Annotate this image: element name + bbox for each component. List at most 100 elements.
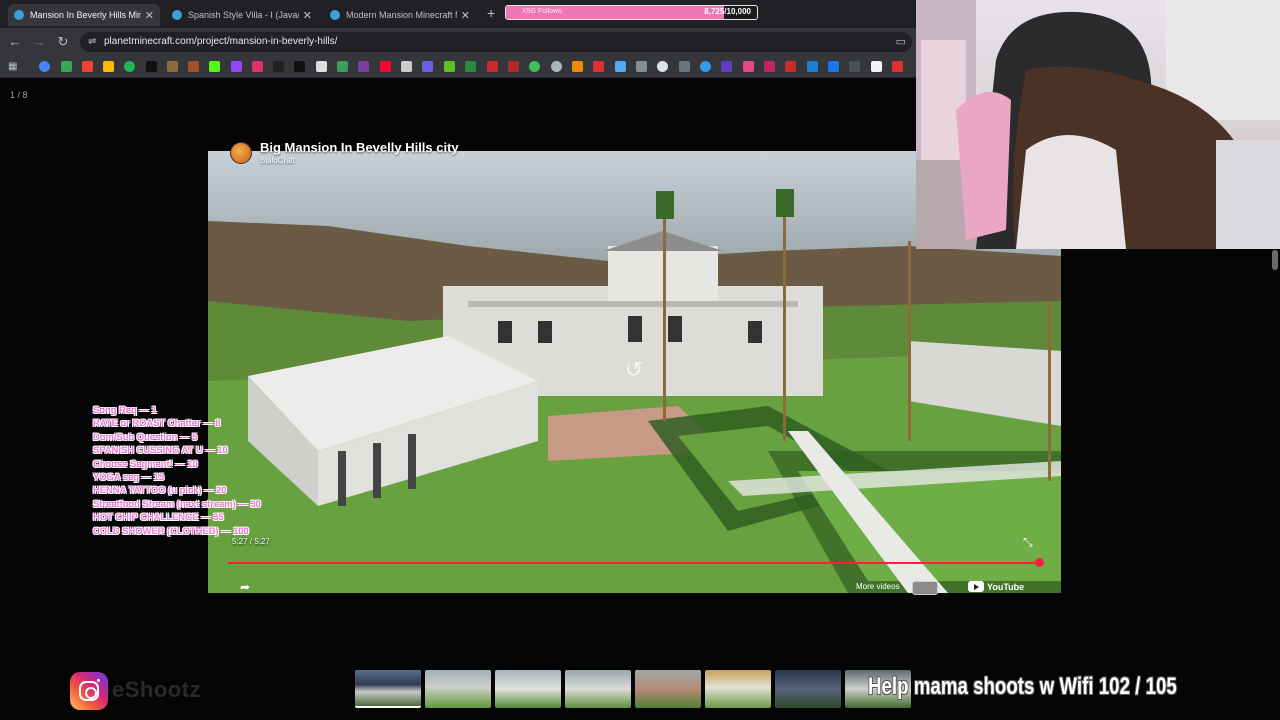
close-tab-icon[interactable]: ✕: [145, 9, 154, 22]
youtube-label: YouTube: [987, 581, 1025, 592]
video-title[interactable]: Big Mansion In Bevelly Hills city: [260, 140, 459, 155]
tab-spanish-style-villa[interactable]: Spanish Style Villa - I (Java/Bed ✕: [166, 4, 318, 26]
tab-mansion-beverly-hills[interactable]: Mansion In Beverly Hills Minec ✕: [8, 4, 160, 26]
drive-bookmark-icon[interactable]: [103, 61, 114, 72]
gallery-thumbnail[interactable]: [565, 670, 631, 708]
fullscreen-icon[interactable]: ⤡: [1023, 535, 1033, 550]
maps-bookmark-icon[interactable]: [61, 61, 72, 72]
bookmark-icon[interactable]: [764, 61, 775, 72]
address-bar[interactable]: ⇌ planetminecraft.com/project/mansion-in…: [80, 32, 912, 52]
bookmark-icon[interactable]: [871, 61, 882, 72]
share-icon[interactable]: ➦: [240, 580, 250, 594]
youtube-bookmark-icon[interactable]: [380, 61, 391, 72]
bookmark-icon[interactable]: [743, 61, 754, 72]
forward-arrow-icon[interactable]: →: [30, 33, 48, 51]
apps-grid-icon[interactable]: ▦: [8, 61, 20, 72]
bookmark-icon[interactable]: [188, 61, 199, 72]
bookmark-icon[interactable]: [807, 61, 818, 72]
seek-bar[interactable]: [228, 562, 1040, 564]
spotify-bookmark-icon[interactable]: [124, 61, 135, 72]
bookmark-icon[interactable]: [551, 61, 562, 72]
google-bookmark-icon[interactable]: [39, 61, 50, 72]
instagram-camera-dot: [97, 679, 100, 682]
video-timestamp: 5:27 / 5:27: [232, 537, 270, 546]
bookmark-icon[interactable]: [167, 61, 178, 72]
channel-point-commands: Song Req — 1 RATE or ROAST Chatter — 8 D…: [93, 403, 293, 537]
gallery-thumbnail[interactable]: [355, 670, 421, 708]
seek-handle[interactable]: [1035, 558, 1044, 567]
bookmark-icon[interactable]: [679, 61, 690, 72]
planetminecraft-favicon-icon: [330, 10, 340, 20]
bookmark-icon[interactable]: [593, 61, 604, 72]
bookmark-icon[interactable]: [892, 61, 903, 72]
tab-modern-mansion[interactable]: Modern Mansion Minecraft Ma ✕: [324, 4, 476, 26]
bookmark-icon[interactable]: [721, 61, 732, 72]
command-item: SPANISH CUSSING AT U — 10: [93, 444, 228, 456]
site-info-icon[interactable]: ⇌: [88, 36, 96, 47]
reload-icon[interactable]: ↻: [54, 33, 72, 51]
command-item: Streetfood Stream (next stream) — 30: [93, 497, 261, 509]
planetminecraft-favicon-icon: [172, 10, 182, 20]
command-item: RATE or ROAST Chatter — 8: [93, 417, 221, 429]
instagram-handle: eShootz: [112, 677, 202, 702]
bookmark-icon[interactable]: [572, 61, 583, 72]
gallery-thumbnail[interactable]: [775, 670, 841, 708]
bookmark-icon[interactable]: [487, 61, 498, 72]
twitch-bookmark-icon[interactable]: [231, 61, 242, 72]
command-item: Choose Segment! — 10: [93, 457, 198, 469]
webcam-feed: [916, 0, 1280, 249]
back-arrow-icon[interactable]: ←: [6, 33, 24, 51]
bookmark-icon[interactable]: [657, 61, 668, 72]
tab-title: Modern Mansion Minecraft Ma: [346, 10, 457, 20]
new-tab-button[interactable]: +: [487, 5, 495, 21]
gallery-thumbnail-strip: [355, 670, 915, 710]
more-videos-button[interactable]: More videos: [856, 582, 900, 591]
bookmark-icon[interactable]: [508, 61, 519, 72]
bookmark-icon[interactable]: [529, 61, 540, 72]
channel-name[interactable]: BuildCraft: [260, 156, 295, 165]
gallery-thumbnail[interactable]: [705, 670, 771, 708]
x-bookmark-icon[interactable]: [273, 61, 284, 72]
tab-strip: Mansion In Beverly Hills Minec ✕ Spanish…: [0, 0, 916, 28]
page-scrollbar[interactable]: [1272, 250, 1278, 270]
gallery-thumbnail[interactable]: [635, 670, 701, 708]
bookmark-icon[interactable]: [636, 61, 647, 72]
instagram-bookmark-icon[interactable]: [252, 61, 263, 72]
more-videos-thumbnail[interactable]: [912, 581, 938, 595]
youtube-play-icon: [968, 581, 984, 592]
kick-bookmark-icon[interactable]: [209, 61, 220, 72]
url-text[interactable]: planetminecraft.com/project/mansion-in-b…: [104, 36, 337, 47]
bookmark-icon[interactable]: [316, 61, 327, 72]
bookmark-icon[interactable]: [785, 61, 796, 72]
gallery-thumbnail[interactable]: [495, 670, 561, 708]
gmail-bookmark-icon[interactable]: [82, 61, 93, 72]
follower-goal-bar: X5G Follows 8,725/10,000: [505, 5, 758, 20]
replay-icon[interactable]: ↺: [620, 356, 648, 384]
gallery-counter: 1 / 8: [10, 90, 28, 100]
bookmark-icon[interactable]: [444, 61, 455, 72]
wifi-goal-counter: Help mama shoots w Wifi 102 / 105: [868, 673, 1177, 700]
bookmark-icon[interactable]: [615, 61, 626, 72]
cast-icon[interactable]: ▭: [896, 35, 906, 48]
close-tab-icon[interactable]: ✕: [461, 9, 470, 22]
channel-avatar[interactable]: [230, 142, 252, 164]
facebook-bookmark-icon[interactable]: [828, 61, 839, 72]
instagram-camera-ring: [79, 681, 99, 701]
bookmark-icon[interactable]: [700, 61, 711, 72]
bookmark-icon[interactable]: [401, 61, 412, 72]
x-bookmark-icon[interactable]: [146, 61, 157, 72]
tiktok-bookmark-icon[interactable]: [294, 61, 305, 72]
browser-toolbar: ← → ↻ ⇌ planetminecraft.com/project/mans…: [0, 28, 916, 56]
goal-bar-count: 8,725/10,000: [704, 7, 751, 16]
bookmark-icon[interactable]: [849, 61, 860, 72]
bookmark-icon[interactable]: [337, 61, 348, 72]
close-tab-icon[interactable]: ✕: [303, 9, 312, 22]
bookmark-icon[interactable]: [358, 61, 369, 72]
bookmark-icon[interactable]: [465, 61, 476, 72]
gallery-thumbnail[interactable]: [425, 670, 491, 708]
bookmark-icon[interactable]: [422, 61, 433, 72]
goal-target: 10,000: [726, 7, 751, 16]
command-item: YOGA seg — 15: [93, 471, 165, 483]
youtube-logo[interactable]: YouTube: [968, 581, 1024, 592]
command-item: HENNA TATTOO (u pick) — 20: [93, 484, 227, 496]
